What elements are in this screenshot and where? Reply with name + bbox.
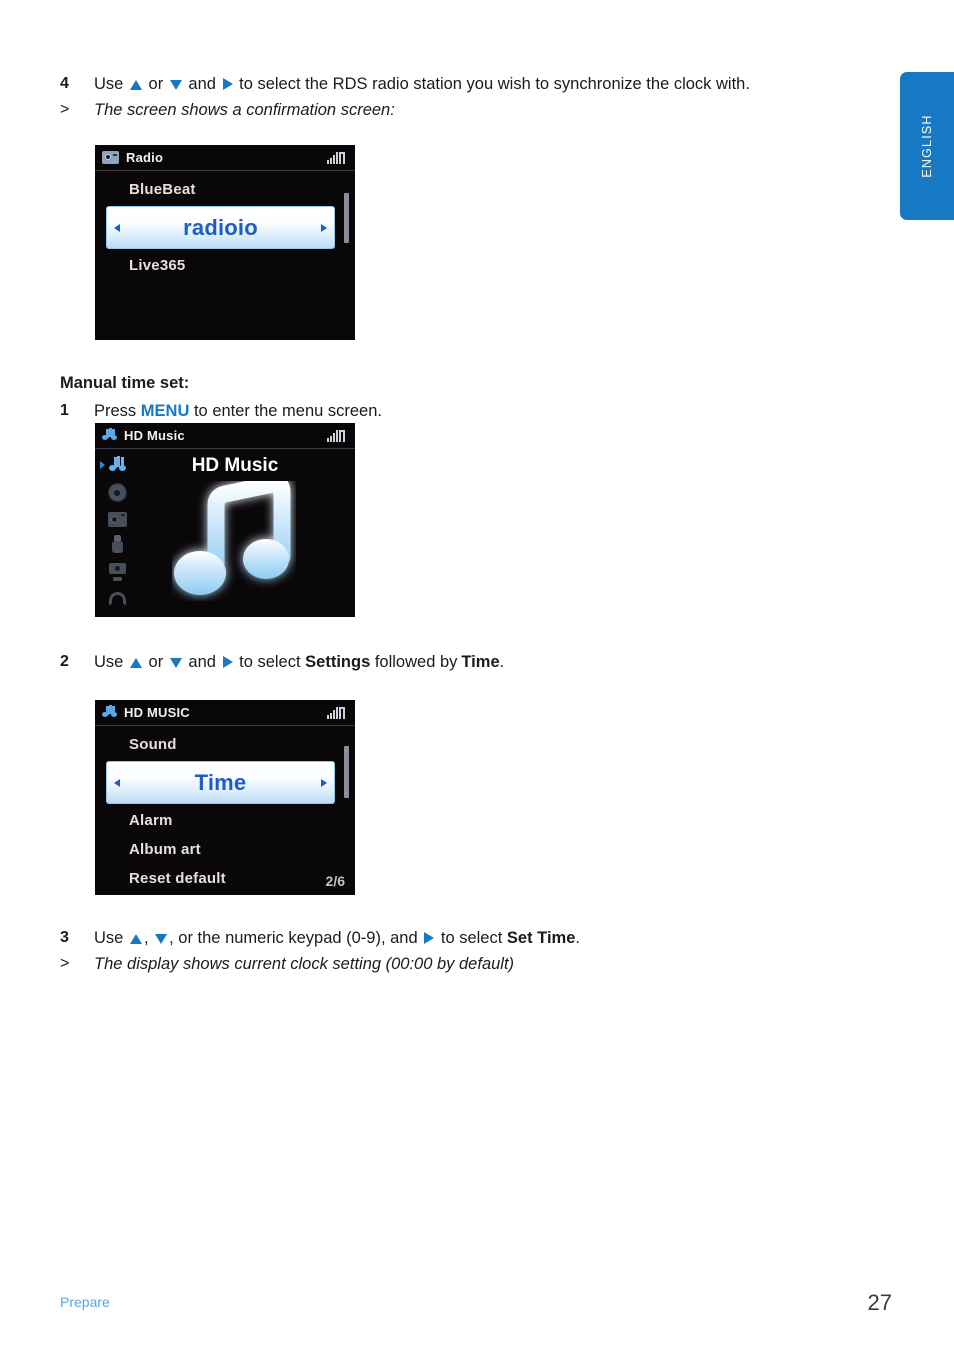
hd-music-screen-title: HD Music (124, 428, 185, 443)
note-step-4-text: The screen shows a confirmation screen: (94, 101, 395, 119)
sidebar-item-internet-radio[interactable] (107, 512, 127, 527)
settings-menu-list: Sound Time Alarm Album art Reset default (95, 726, 355, 893)
step-3-text-e: . (575, 929, 580, 947)
radio-screen-header: Radio (95, 145, 355, 171)
settings-keyword: Settings (305, 653, 371, 671)
note-step-4: > The screen shows a confirmation screen… (60, 98, 890, 124)
list-item[interactable]: Album art (95, 835, 355, 864)
hd-music-screen-header: HD Music (95, 423, 355, 449)
step-3-text-c: , or the numeric keypad (0-9), and (169, 929, 418, 947)
right-arrow-icon (321, 223, 327, 232)
step-4-text-a: Use (94, 75, 124, 93)
step-4-text-c: and (188, 75, 216, 93)
menu-keyword: MENU (140, 402, 190, 420)
selected-item-label: Time (194, 769, 247, 795)
list-item[interactable]: Alarm (95, 806, 355, 835)
note-step-4-marker: > (60, 101, 70, 118)
step-2: 2 Use or and to select Settings followed… (60, 650, 890, 676)
scrollbar-thumb[interactable] (344, 746, 349, 798)
up-arrow-icon (129, 80, 142, 90)
list-item[interactable]: BlueBeat (95, 175, 355, 204)
right-arrow-icon (321, 778, 327, 787)
sidebar-item-return[interactable] (108, 592, 126, 606)
right-arrow-icon (222, 656, 233, 668)
device-screen-settings: HD MUSIC Sound Time Alarm Album art Rese… (95, 700, 355, 895)
list-item[interactable]: Reset default (95, 864, 355, 893)
list-item[interactable]: Sound (95, 730, 355, 759)
sidebar-item-pc-link[interactable] (108, 562, 127, 581)
sidebar-item-usb[interactable] (108, 535, 127, 554)
signal-strength-icon (327, 706, 346, 719)
signal-strength-icon (327, 429, 346, 442)
step-4-text-d: to select the RDS radio station you wish… (239, 75, 750, 93)
step-1: 1 Press MENU to enter the menu screen. (60, 399, 890, 425)
note-step-3: > The display shows current clock settin… (60, 952, 890, 978)
step-2-number: 2 (60, 653, 69, 670)
sidebar-item-disc[interactable] (107, 483, 127, 502)
language-tab-label: ENGLISH (920, 114, 934, 178)
step-2-text-d: to select (239, 653, 301, 671)
time-keyword: Time (461, 653, 500, 671)
splash-title: HD Music (191, 455, 279, 476)
set-time-keyword: Set Time (506, 929, 576, 947)
settings-screen-header: HD MUSIC (95, 700, 355, 726)
list-item-selected[interactable]: Time (106, 761, 335, 804)
step-4-text-b: or (148, 75, 164, 93)
down-arrow-icon (169, 80, 182, 90)
step-4-text: Use or and to select the RDS radio stati… (94, 72, 890, 98)
step-3-text: Use , , or the numeric keypad (0-9), and… (94, 926, 890, 952)
radio-screen-title: Radio (126, 150, 164, 165)
step-3-number: 3 (60, 929, 69, 946)
music-note-icon (102, 428, 117, 443)
list-item-selected[interactable]: radioio (106, 206, 335, 249)
note-step-3-marker: > (60, 955, 70, 972)
signal-strength-icon (327, 151, 346, 164)
step-3-text-a: Use (94, 929, 124, 947)
step-1-text: Press MENU to enter the menu screen. (94, 399, 890, 425)
left-arrow-icon (114, 223, 120, 232)
list-item[interactable]: Live365 (95, 251, 355, 280)
step-3: 3 Use , , or the numeric keypad (0-9), a… (60, 926, 890, 952)
step-1-text-b: to enter the menu screen. (193, 402, 382, 420)
step-2-text-b: or (148, 653, 164, 671)
step-1-text-a: Press (94, 402, 137, 420)
radio-icon (102, 151, 119, 164)
step-4: 4 Use or and to select the RDS radio sta… (60, 72, 890, 98)
scrollbar-thumb[interactable] (344, 193, 349, 243)
step-2-text-f: . (499, 653, 505, 671)
source-sidebar (99, 456, 135, 606)
large-music-note-icon (174, 481, 291, 595)
language-tab: ENGLISH (900, 72, 954, 220)
down-arrow-icon (155, 934, 168, 944)
document-page: ENGLISH 4 Use or and to select the RDS r… (0, 0, 954, 1350)
page-indicator: 2/6 (325, 873, 345, 889)
footer-page-number: 27 (867, 1290, 892, 1315)
hd-music-splash-body: HD Music (95, 449, 355, 609)
step-3-text-b: , (143, 929, 149, 947)
step-2-text-a: Use (94, 653, 124, 671)
selected-item-label: radioio (183, 214, 258, 240)
step-4-number: 4 (60, 75, 69, 92)
step-1-number: 1 (60, 402, 69, 419)
up-arrow-icon (129, 658, 142, 668)
step-2-text-c: and (188, 653, 216, 671)
left-arrow-icon (114, 778, 120, 787)
step-2-text: Use or and to select Settings followed b… (94, 650, 890, 676)
footer-section-label: Prepare (60, 1294, 110, 1310)
settings-screen-title: HD MUSIC (124, 705, 190, 720)
radio-station-list: BlueBeat radioio Live365 (95, 171, 355, 280)
step-2-text-e: followed by (374, 653, 458, 671)
device-screen-radio: Radio BlueBeat radioio Live365 (95, 145, 355, 340)
up-arrow-icon (129, 934, 142, 944)
device-screen-hd-music-splash: HD Music HD Music (95, 423, 355, 617)
down-arrow-icon (169, 658, 182, 668)
step-3-text-d: to select (440, 929, 503, 947)
right-arrow-icon (424, 932, 435, 944)
note-step-3-text: The display shows current clock setting … (94, 955, 515, 973)
section-heading: Manual time set: (60, 374, 190, 392)
right-arrow-icon (222, 78, 233, 90)
music-note-icon (102, 705, 117, 720)
